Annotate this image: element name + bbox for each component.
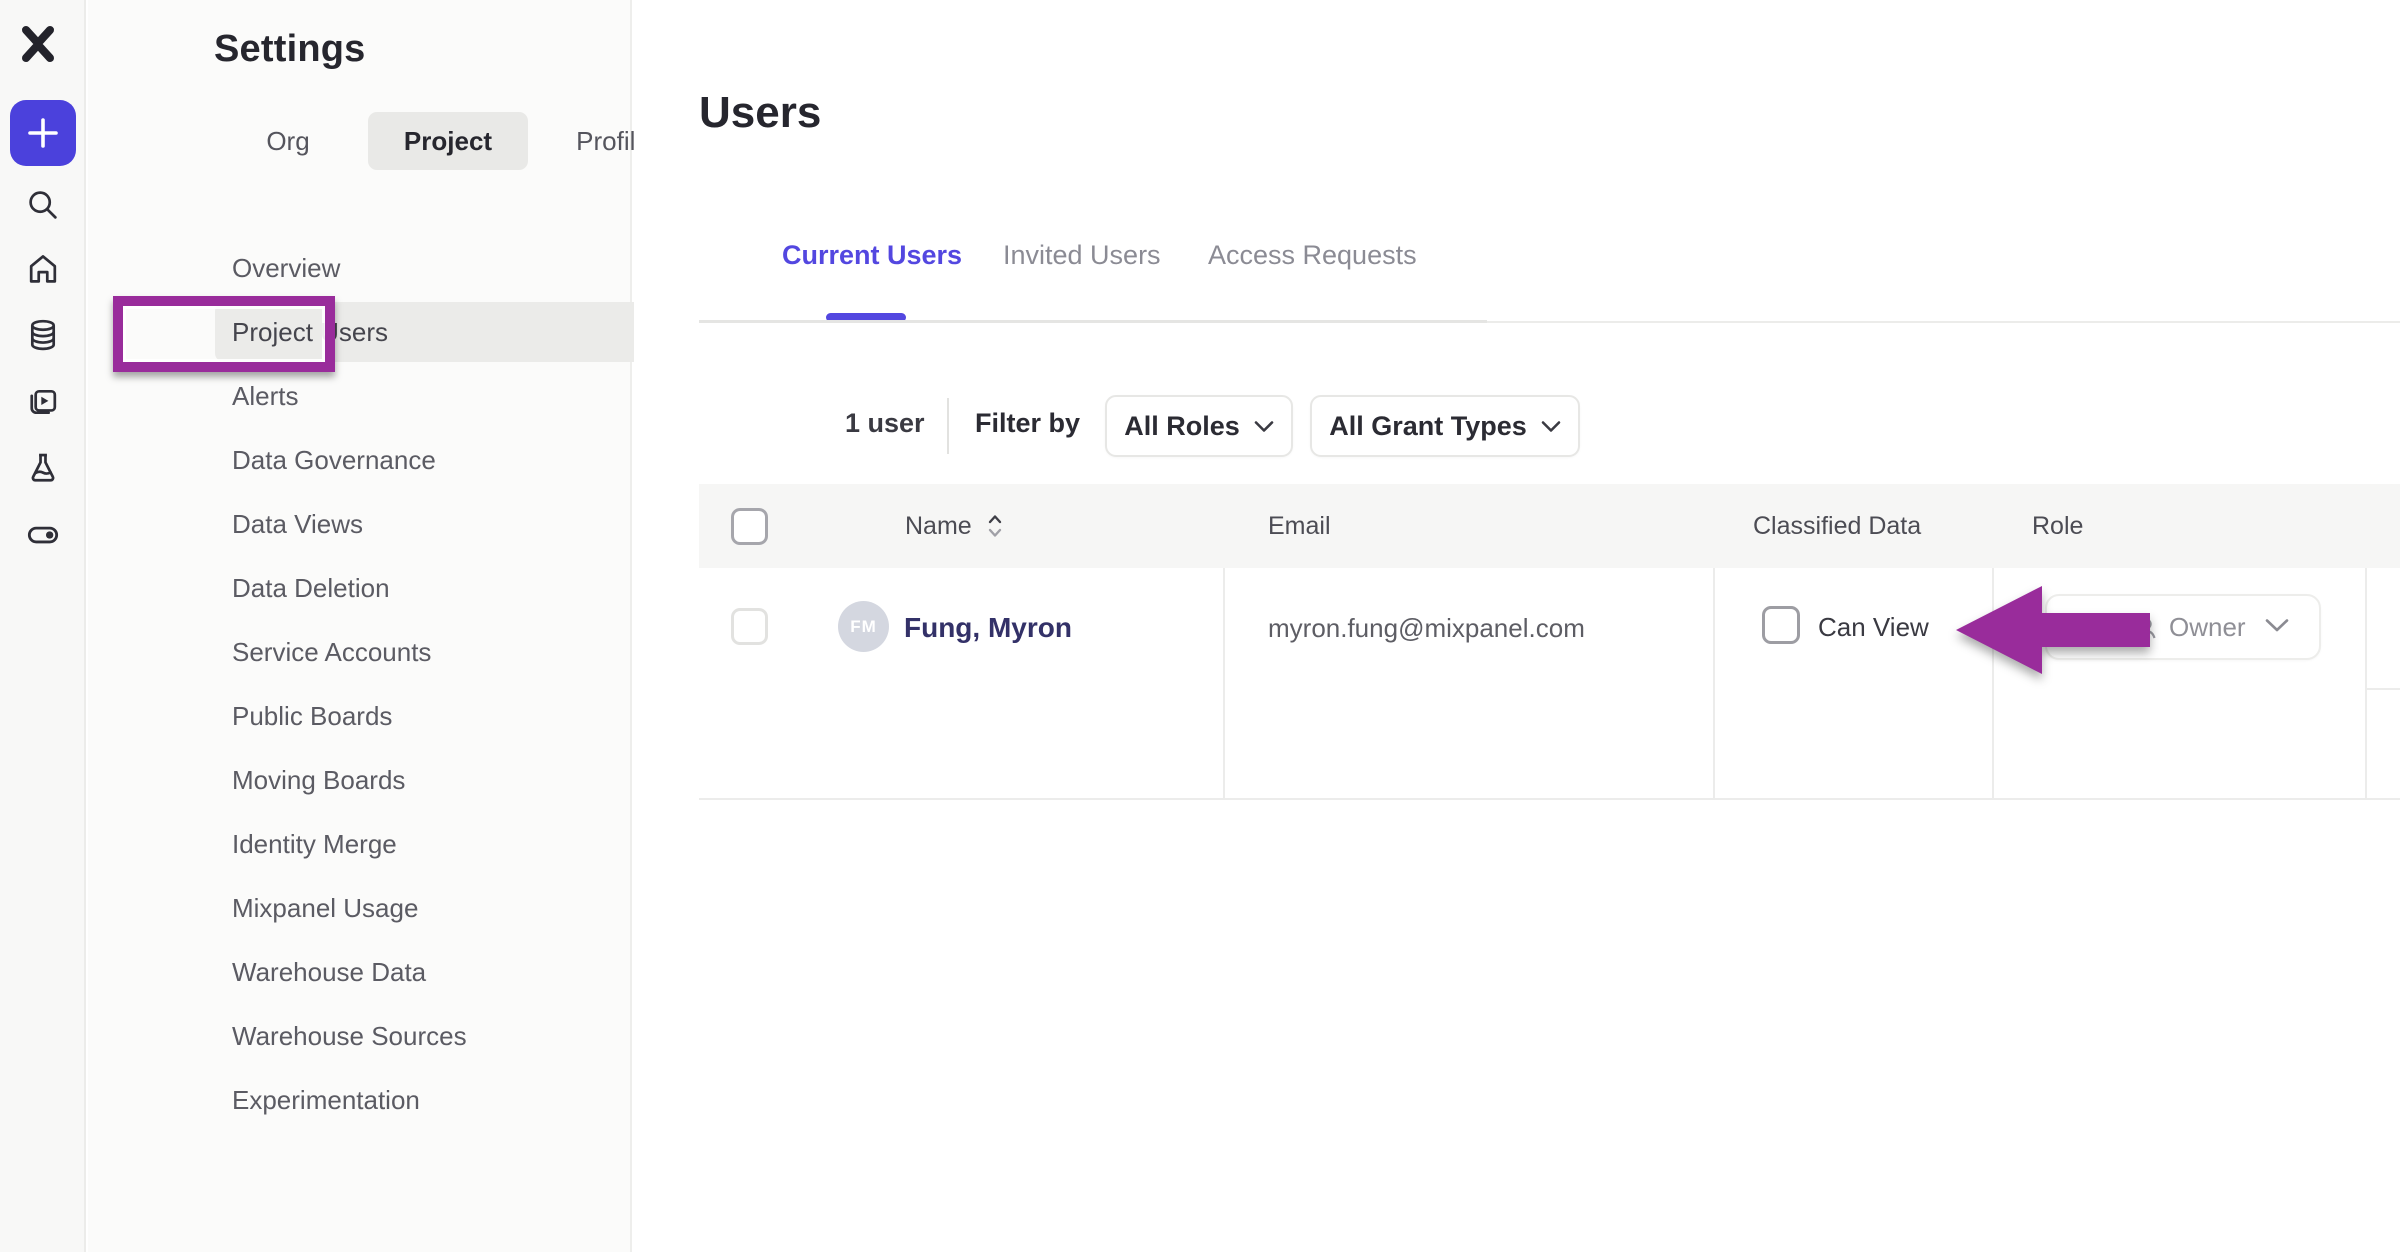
filter-divider [947, 398, 949, 454]
sidebar-item-label: Mixpanel Usage [215, 893, 418, 924]
tab-org[interactable]: Org [238, 112, 338, 170]
sidebar-item-label: Identity Merge [215, 829, 397, 860]
all-grant-types-label: All Grant Types [1329, 411, 1527, 442]
tab-project-label: Project [404, 126, 492, 157]
sidebar-item-label: Public Boards [215, 701, 392, 732]
column-divider [1992, 568, 1994, 798]
tab-current-users[interactable]: Current Users [782, 240, 962, 271]
select-all-checkbox[interactable] [731, 508, 768, 545]
row-divider-segment [2365, 688, 2400, 690]
classified-data-checkbox[interactable] [1762, 606, 1800, 644]
chevron-down-icon [1254, 420, 1274, 433]
sidebar-item-warehouse-sources[interactable]: Warehouse Sources [215, 1006, 688, 1066]
sidebar-item-data-deletion[interactable]: Data Deletion [215, 558, 688, 618]
sidebar-item-label: Overview [215, 253, 340, 284]
search-icon[interactable] [21, 183, 65, 227]
all-roles-label: All Roles [1124, 411, 1240, 442]
person-icon [2133, 615, 2159, 641]
column-divider [2365, 568, 2367, 798]
sidebar-item-label: Alerts [215, 381, 298, 412]
settings-sidebar: Settings Org Project Profile Overview Pr… [88, 0, 632, 1252]
column-header-email-label: Email [1268, 512, 1331, 541]
tab-org-label: Org [266, 126, 309, 157]
chevron-down-icon [1541, 420, 1561, 433]
mixpanel-logo[interactable] [16, 22, 60, 66]
sidebar-item-label: Warehouse Data [215, 957, 426, 988]
table-header: Name Email Classified Data Role [699, 484, 2400, 568]
column-header-email[interactable]: Email [1268, 484, 1331, 568]
chevron-down-icon [2265, 618, 2289, 633]
sidebar-item-service-accounts[interactable]: Service Accounts [215, 622, 688, 682]
sidebar-item-alerts[interactable]: Alerts [215, 366, 688, 426]
tab-invited-users[interactable]: Invited Users [1003, 240, 1161, 271]
column-divider [1223, 568, 1225, 798]
plus-icon [26, 116, 60, 150]
sidebar-item-label: Data Governance [215, 445, 436, 476]
column-header-name-label: Name [905, 512, 972, 541]
sidebar-item-label: Data Deletion [215, 573, 390, 604]
sidebar-item-label: Project Users [215, 317, 388, 348]
column-divider [1713, 568, 1715, 798]
experiments-flask-icon[interactable] [21, 446, 65, 490]
sidebar-item-public-boards[interactable]: Public Boards [215, 686, 688, 746]
sidebar-item-label: Experimentation [215, 1085, 420, 1116]
all-roles-dropdown[interactable]: All Roles [1105, 395, 1293, 457]
settings-title: Settings [214, 28, 366, 71]
role-value-label: Owner [2169, 612, 2246, 643]
create-new-button[interactable] [10, 100, 76, 166]
sidebar-item-identity-merge[interactable]: Identity Merge [215, 814, 688, 874]
boards-icon[interactable] [21, 380, 65, 424]
role-dropdown[interactable]: Owner [2045, 594, 2321, 660]
sidebar-item-label: Warehouse Sources [215, 1021, 467, 1052]
page-title: Users [699, 88, 821, 138]
filter-by-label: Filter by [975, 408, 1080, 439]
sidebar-item-experimentation[interactable]: Experimentation [215, 1070, 688, 1130]
sidebar-item-data-governance[interactable]: Data Governance [215, 430, 688, 490]
sidebar-item-data-views[interactable]: Data Views [215, 494, 688, 554]
user-count: 1 user [845, 408, 925, 439]
row-select-checkbox[interactable] [731, 608, 768, 645]
main-content: Users Current Users Invited Users Access… [634, 0, 2400, 1252]
tab-project[interactable]: Project [368, 112, 528, 170]
all-grant-types-dropdown[interactable]: All Grant Types [1310, 395, 1580, 457]
data-management-icon[interactable] [21, 313, 65, 357]
role-value: Owner [2133, 612, 2246, 643]
classified-data-label: Can View [1818, 612, 1929, 643]
column-header-role[interactable]: Role [2032, 484, 2083, 568]
app-icon-rail [0, 0, 86, 1252]
column-header-name[interactable]: Name [905, 484, 1004, 568]
sidebar-item-label: Moving Boards [215, 765, 405, 796]
sidebar-item-warehouse-data[interactable]: Warehouse Data [215, 942, 688, 1002]
column-header-classified-data[interactable]: Classified Data [1753, 484, 1921, 568]
sidebar-item-label: Service Accounts [215, 637, 431, 668]
feature-toggle-icon[interactable] [21, 513, 65, 557]
user-name-link[interactable]: Fung, Myron [904, 612, 1072, 644]
column-header-role-label: Role [2032, 512, 2083, 541]
mixpanel-settings-page: Settings Org Project Profile Overview Pr… [0, 0, 2400, 1252]
home-icon[interactable] [21, 247, 65, 291]
sidebar-item-overview[interactable]: Overview [215, 238, 688, 298]
sidebar-item-project-users[interactable]: Project Users [215, 302, 688, 362]
sidebar-item-label: Data Views [215, 509, 363, 540]
user-email: myron.fung@mixpanel.com [1268, 613, 1585, 644]
avatar: FM [838, 601, 889, 652]
sidebar-item-moving-boards[interactable]: Moving Boards [215, 750, 688, 810]
sidebar-item-mixpanel-usage[interactable]: Mixpanel Usage [215, 878, 688, 938]
tabs-divider-dark [699, 320, 1487, 323]
column-header-classified-data-label: Classified Data [1753, 512, 1921, 541]
tab-access-requests[interactable]: Access Requests [1208, 240, 1417, 271]
sort-icon[interactable] [986, 512, 1004, 540]
